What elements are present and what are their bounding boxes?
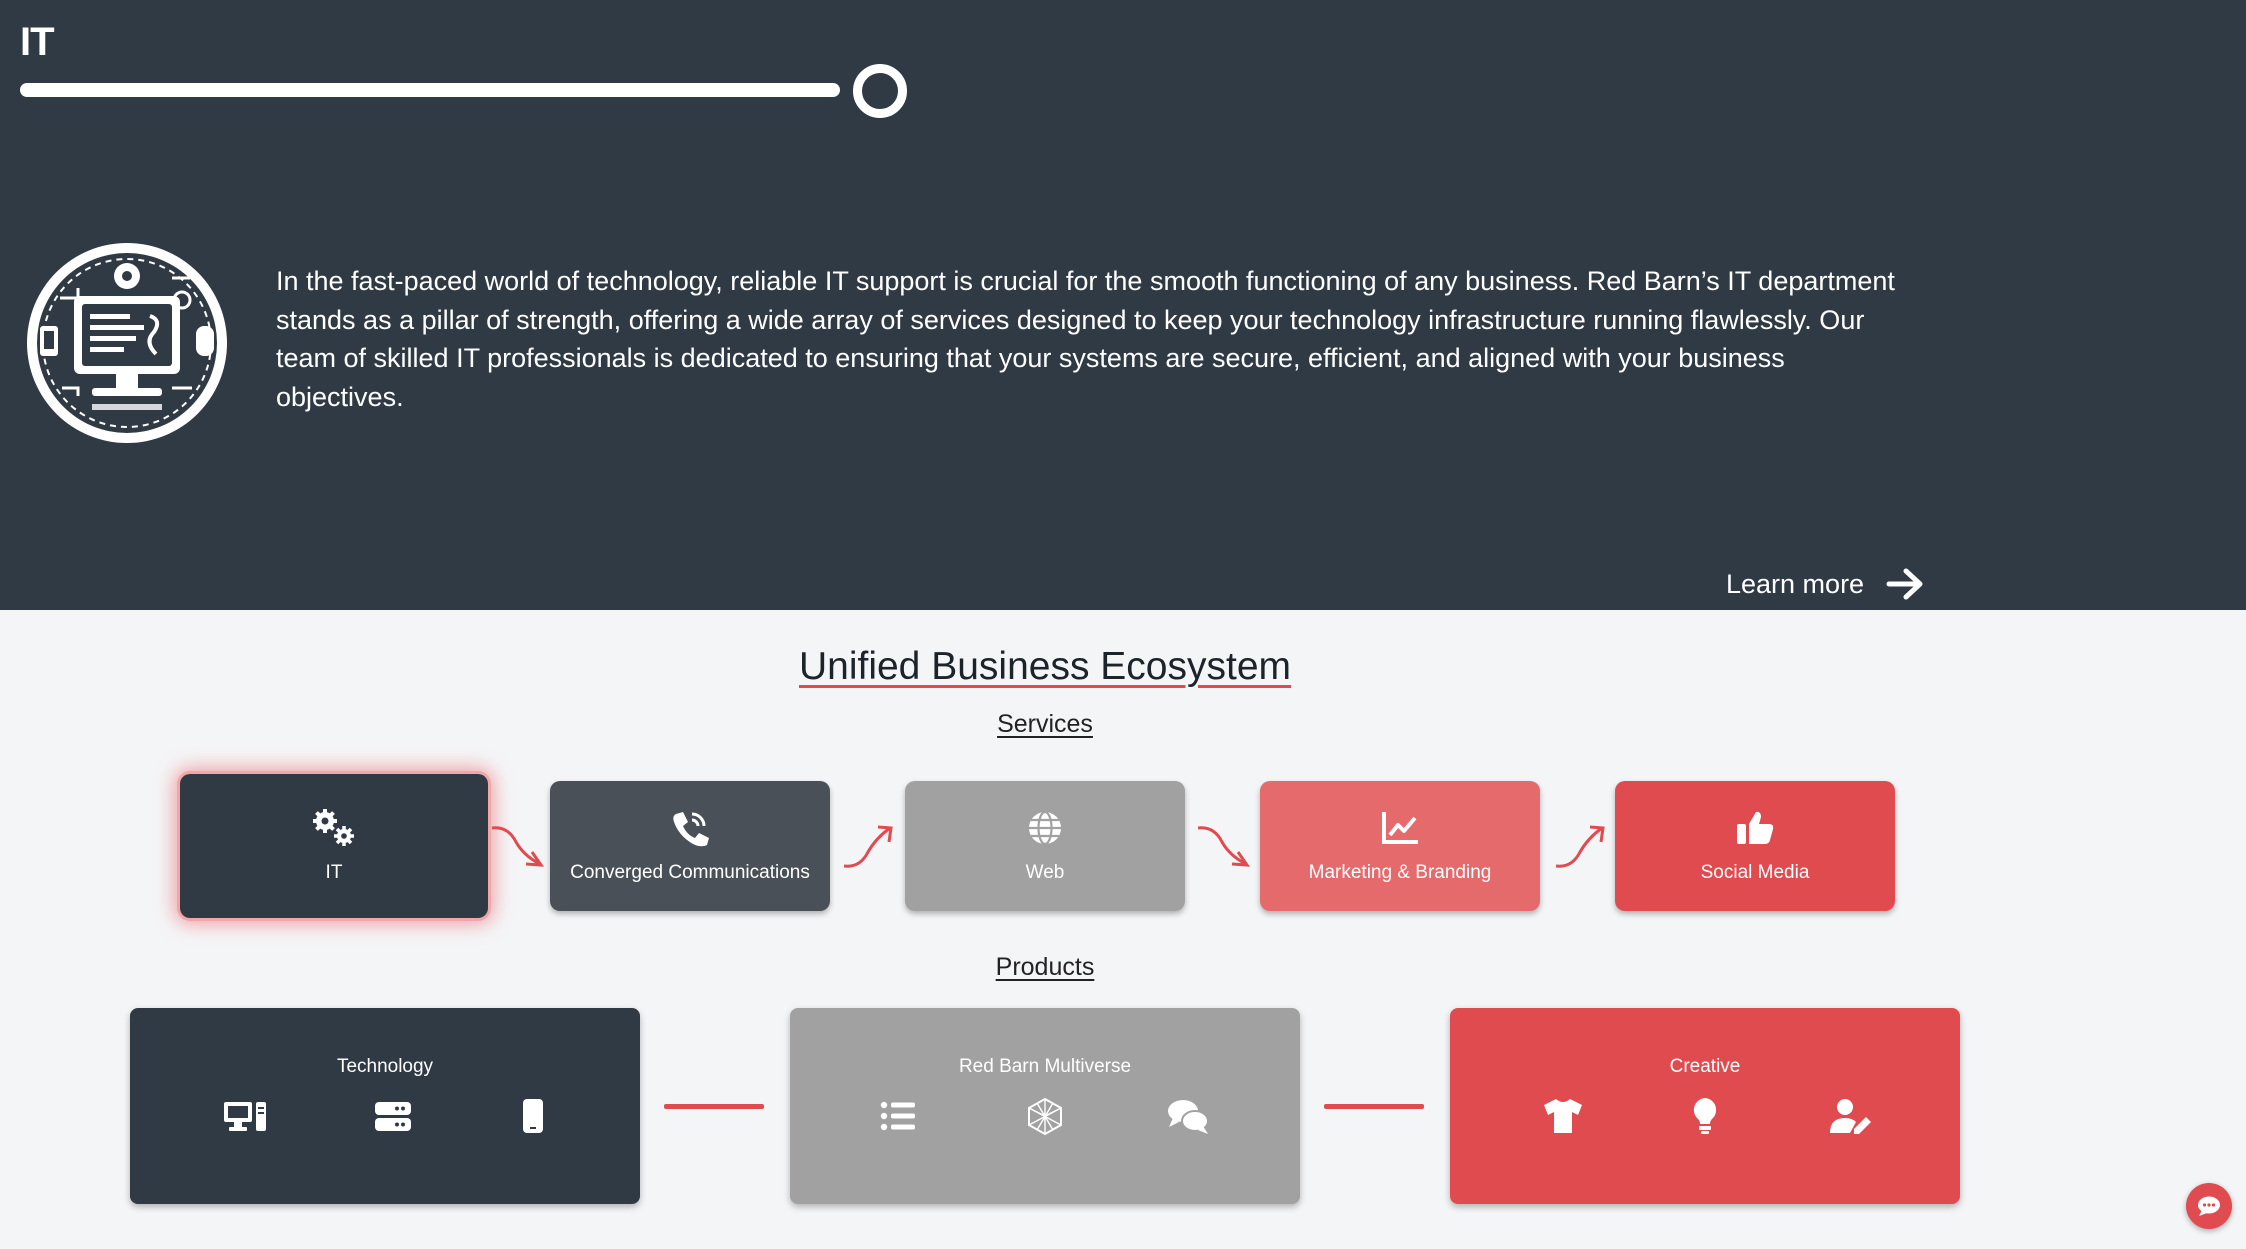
product-card-red-barn-multiverse[interactable]: Red Barn Multiverse — [790, 1008, 1300, 1204]
gears-icon — [313, 809, 354, 846]
thumbs-up-icon — [1737, 811, 1774, 844]
chart-line-icon — [1382, 812, 1418, 844]
mobile-icon[interactable] — [510, 1096, 556, 1136]
product-label-technology: Technology — [336, 1056, 434, 1077]
service-card-social-media[interactable]: Social Media — [1615, 781, 1895, 911]
product-connector — [1324, 1104, 1424, 1109]
service-card-it[interactable]: IT — [180, 774, 488, 918]
hexagon-mesh-icon[interactable] — [1022, 1096, 1068, 1136]
service-label-marketing-branding: Marketing & Branding — [1308, 862, 1492, 883]
it-hero-banner: IT In the fast-paced world of technology… — [0, 0, 2246, 610]
product-label-creative: Creative — [1669, 1056, 1741, 1077]
service-card-marketing-branding[interactable]: Marketing & Branding — [1260, 781, 1540, 911]
user-pen-icon[interactable] — [1828, 1096, 1874, 1136]
comments-icon[interactable] — [1165, 1096, 1211, 1136]
chat-bubble-button[interactable] — [2186, 1183, 2232, 1229]
service-label-it: IT — [325, 862, 343, 883]
page-title: IT — [20, 20, 55, 64]
service-card-web[interactable]: Web — [905, 781, 1185, 911]
it-computer-emblem-icon — [27, 243, 227, 443]
service-label-web: Web — [1025, 862, 1065, 883]
curved-arrow-icon — [1555, 825, 1605, 868]
product-card-technology[interactable]: Technology — [130, 1008, 640, 1204]
curved-arrow-icon — [1197, 826, 1251, 867]
service-label-converged-communications: Converged Communications — [570, 862, 810, 883]
list-icon[interactable] — [875, 1096, 921, 1136]
progress-knob[interactable] — [853, 64, 907, 118]
learn-more-link[interactable]: Learn more — [1726, 562, 1924, 606]
ecosystem-title: Unified Business Ecosystem — [798, 645, 1292, 688]
curved-arrow-icon — [491, 826, 545, 867]
services-heading: Services — [997, 710, 1093, 738]
product-connector — [664, 1104, 764, 1109]
phone-volume-icon — [673, 812, 709, 847]
curved-arrow-icon — [843, 825, 893, 868]
arrow-right-icon — [1886, 568, 1923, 600]
globe-icon — [1029, 810, 1061, 846]
lightbulb-icon[interactable] — [1682, 1096, 1728, 1136]
service-label-social-media: Social Media — [1700, 862, 1810, 883]
chat-bubble-icon — [2198, 1196, 2220, 1216]
ecosystem-section: Unified Business Ecosystem Services IT C… — [0, 610, 2246, 1249]
learn-more-label: Learn more — [1726, 568, 1865, 599]
server-icon[interactable] — [370, 1096, 416, 1136]
products-heading: Products — [995, 953, 1095, 981]
product-card-creative[interactable]: Creative — [1450, 1008, 1960, 1204]
service-card-converged-communications[interactable]: Converged Communications — [550, 781, 830, 911]
desktop-icon[interactable] — [222, 1096, 268, 1136]
shirt-icon[interactable] — [1540, 1096, 1586, 1136]
it-description: In the fast-paced world of technology, r… — [276, 266, 1895, 412]
progress-track[interactable] — [20, 83, 840, 97]
product-label-red-barn-multiverse: Red Barn Multiverse — [958, 1056, 1132, 1077]
